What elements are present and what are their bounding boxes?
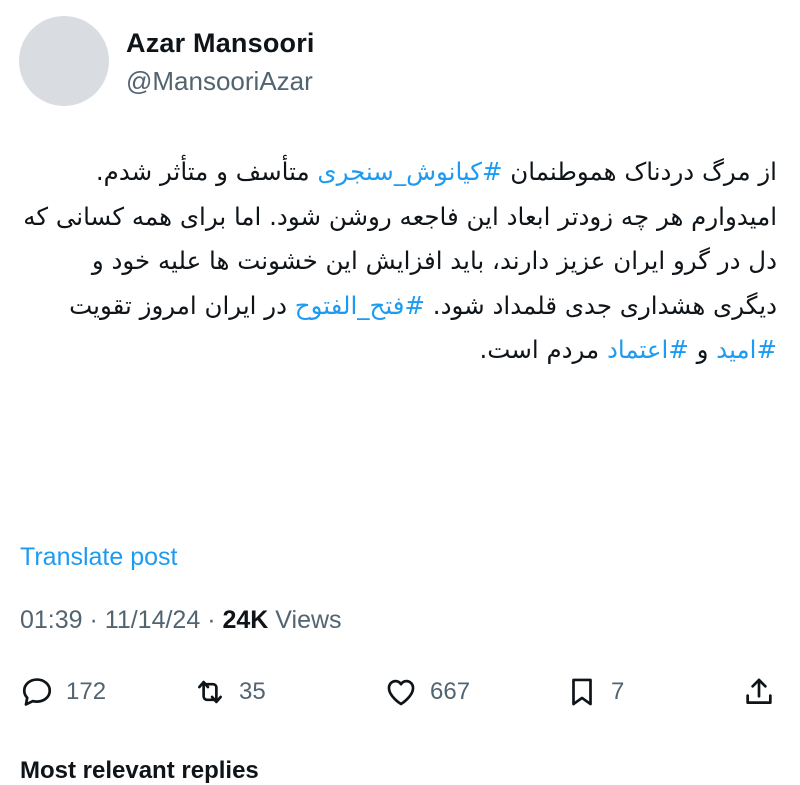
bookmark-button[interactable]: 7 — [565, 670, 624, 714]
like-count: 667 — [430, 678, 471, 705]
views-label: Views — [268, 606, 342, 634]
hashtag-etemad[interactable]: #اعتماد — [607, 335, 689, 364]
reply-count: 172 — [66, 678, 107, 705]
share-button[interactable] — [742, 670, 776, 714]
tweet-text: از مرگ دردناک هموطنمان #کیانوش_سنجری متأ… — [22, 150, 777, 373]
author-name[interactable]: Azar Mansoori — [126, 28, 315, 59]
tweet-meta: 01:39 · 11/14/24 · 24K Views — [20, 606, 342, 635]
text-segment: و — [688, 335, 717, 364]
hashtag-omid[interactable]: #امید — [716, 335, 777, 364]
tweet-paragraph-1: از مرگ دردناک هموطنمان #کیانوش_سنجری متأ… — [22, 150, 777, 195]
avatar[interactable] — [19, 16, 109, 106]
repost-count: 35 — [239, 678, 266, 705]
replies-section-heading[interactable]: Most relevant replies — [20, 757, 259, 785]
hashtag-kianoosh-sanjari[interactable]: #کیانوش_سنجری — [317, 157, 502, 186]
text-segment: از مرگ دردناک هموطنمان — [502, 157, 777, 186]
text-segment: متأسف و متأثر شدم. — [95, 157, 318, 186]
repost-button[interactable]: 35 — [193, 670, 266, 714]
bookmark-icon — [565, 675, 599, 709]
timestamp-time[interactable]: 01:39 — [20, 606, 83, 634]
tweet-paragraph-2: امیدوارم هر چه زودتر ابعاد این فاجعه روش… — [22, 195, 777, 373]
text-segment: مردم است. — [479, 335, 607, 364]
meta-separator: · — [200, 606, 223, 634]
translate-post-link[interactable]: Translate post — [20, 543, 177, 572]
repost-icon — [193, 675, 227, 709]
action-bar: 172 35 667 7 — [0, 670, 800, 718]
views-count: 24K — [222, 606, 269, 634]
like-icon — [384, 675, 418, 709]
share-icon — [742, 675, 776, 709]
timestamp-date[interactable]: 11/14/24 — [105, 606, 200, 634]
hashtag-fath-alfotuh[interactable]: #فتح_الفتوح — [295, 291, 425, 320]
author-handle[interactable]: @MansooriAzar — [126, 66, 313, 97]
reply-icon — [20, 675, 54, 709]
meta-separator: · — [82, 606, 105, 634]
like-button[interactable]: 667 — [384, 670, 470, 714]
reply-button[interactable]: 172 — [20, 670, 106, 714]
text-segment: در ایران امروز تقویت — [69, 290, 295, 320]
bookmark-count: 7 — [611, 678, 625, 705]
